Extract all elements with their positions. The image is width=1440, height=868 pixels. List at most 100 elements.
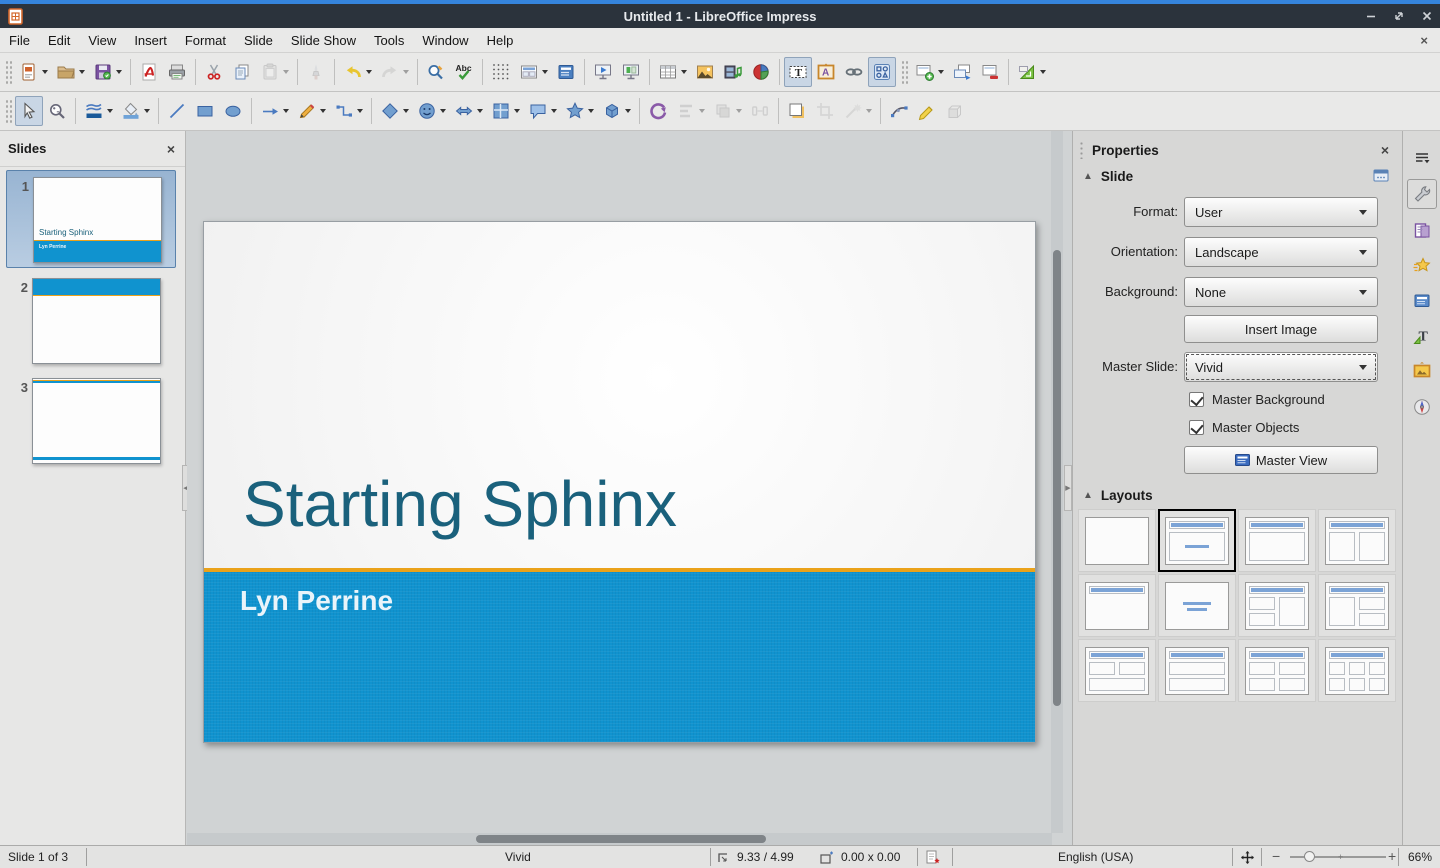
start-from-current-slide-button[interactable] [617, 57, 645, 87]
slide-thumbnail-3[interactable]: 3 [6, 372, 176, 470]
shadow-button[interactable] [783, 96, 811, 126]
dropdown-arrow-icon[interactable] [107, 109, 113, 113]
layout-option-title-content-centered[interactable] [1158, 509, 1236, 572]
collapse-right-arrow[interactable]: ▶ [1064, 465, 1072, 511]
close-document-button[interactable]: × [1420, 33, 1428, 48]
insert-chart-button[interactable] [747, 57, 775, 87]
dropdown-arrow-icon[interactable] [938, 70, 944, 74]
dropdown-arrow-icon[interactable] [403, 109, 409, 113]
navigator-tab[interactable] [1407, 392, 1437, 422]
insert-table-button[interactable] [654, 57, 691, 87]
slide-title-textbox[interactable]: Starting Sphinx [243, 472, 677, 536]
horizontal-scrollbar[interactable] [187, 833, 1052, 845]
layout-option-title-only[interactable] [1078, 574, 1156, 637]
insert-textbox-button[interactable]: T [784, 57, 812, 87]
dropdown-arrow-icon[interactable] [357, 109, 363, 113]
cut-button[interactable] [200, 57, 228, 87]
layout-option-blank[interactable] [1078, 509, 1156, 572]
insert-image-button[interactable] [691, 57, 719, 87]
dropdown-arrow-icon[interactable] [366, 70, 372, 74]
master-slide-dropdown[interactable]: Vivid [1184, 352, 1378, 382]
toolbar-grip[interactable] [4, 98, 13, 124]
slide-thumbnail-image[interactable]: Starting SphinxLyn Perrine [33, 177, 162, 263]
zoom-slider-handle[interactable] [1304, 851, 1315, 862]
dropdown-arrow-icon[interactable] [699, 109, 705, 113]
print-button[interactable] [163, 57, 191, 87]
zoom-in-button[interactable]: + [1388, 848, 1396, 864]
minimize-button[interactable] [1364, 9, 1378, 23]
master-background-checkbox[interactable]: Master Background [1189, 392, 1325, 407]
dropdown-arrow-icon[interactable] [514, 109, 520, 113]
3d-objects-button[interactable] [598, 96, 635, 126]
dropdown-arrow-icon[interactable] [588, 109, 594, 113]
menu-edit[interactable]: Edit [39, 30, 79, 51]
block-arrows-button[interactable] [450, 96, 487, 126]
dropdown-arrow-icon[interactable] [79, 70, 85, 74]
slides-panel-close-icon[interactable]: × [167, 141, 175, 157]
horizontal-scrollbar-thumb[interactable] [476, 835, 766, 843]
dropdown-arrow-icon[interactable] [542, 70, 548, 74]
dropdown-arrow-icon[interactable] [625, 109, 631, 113]
fontwork-button[interactable]: A [812, 57, 840, 87]
menu-tools[interactable]: Tools [365, 30, 413, 51]
layouts-section-header[interactable]: ▲ Layouts [1077, 484, 1399, 506]
properties-close-icon[interactable]: × [1381, 142, 1389, 158]
insert-media-button[interactable] [719, 57, 747, 87]
menu-file[interactable]: File [0, 30, 39, 51]
insert-image-button[interactable]: Insert Image [1184, 315, 1378, 343]
dropdown-arrow-icon[interactable] [403, 70, 409, 74]
menu-insert[interactable]: Insert [125, 30, 176, 51]
menu-help[interactable]: Help [478, 30, 523, 51]
normal-view-button[interactable] [552, 57, 580, 87]
layout-option-title-2content-over-content[interactable] [1078, 639, 1156, 702]
symbol-shapes-button[interactable] [413, 96, 450, 126]
dropdown-arrow-icon[interactable] [736, 109, 742, 113]
slide-canvas[interactable]: Starting Sphinx Lyn Perrine [203, 221, 1036, 743]
save-button[interactable] [89, 57, 126, 87]
select-button[interactable] [15, 96, 43, 126]
layout-option-title-2content-content[interactable] [1238, 574, 1316, 637]
menu-slide[interactable]: Slide [235, 30, 282, 51]
fill-color-button[interactable] [117, 96, 154, 126]
slide-thumbnail-1[interactable]: 1Starting SphinxLyn Perrine [6, 170, 176, 268]
find-replace-button[interactable] [422, 57, 450, 87]
dropdown-arrow-icon[interactable] [681, 70, 687, 74]
dropdown-arrow-icon[interactable] [116, 70, 122, 74]
fit-slide-icon[interactable] [1240, 850, 1255, 865]
layout-option-title-content[interactable] [1238, 509, 1316, 572]
spelling-button[interactable]: Abc [450, 57, 478, 87]
background-dropdown[interactable]: None [1184, 277, 1378, 307]
layout-option-title-6content[interactable] [1318, 639, 1396, 702]
layout-option-title-4content[interactable] [1238, 639, 1316, 702]
curve-button[interactable] [293, 96, 330, 126]
callouts-button[interactable] [524, 96, 561, 126]
export-pdf-button[interactable] [135, 57, 163, 87]
zoom-pan-button[interactable] [43, 96, 71, 126]
document-modified-icon[interactable] [926, 850, 940, 865]
menu-slide-show[interactable]: Slide Show [282, 30, 365, 51]
language-status[interactable]: English (USA) [1058, 850, 1133, 864]
master-objects-checkbox[interactable]: Master Objects [1189, 420, 1299, 435]
layout-option-centered-text[interactable] [1158, 574, 1236, 637]
start-from-first-slide-button[interactable] [589, 57, 617, 87]
line-color-button[interactable] [80, 96, 117, 126]
slide-subtitle-textbox[interactable]: Lyn Perrine [240, 585, 393, 617]
sidebar-settings-tab[interactable] [1407, 143, 1437, 173]
layout-option-title-content-2content[interactable] [1318, 574, 1396, 637]
slide-thumbnail-image[interactable] [32, 278, 161, 364]
display-views-button[interactable] [515, 57, 552, 87]
new-document-button[interactable] [15, 57, 52, 87]
delete-slide-button[interactable] [976, 57, 1004, 87]
zoom-level-status[interactable]: 66% [1408, 850, 1432, 864]
master-slide-status[interactable]: Vivid [505, 850, 531, 864]
dropdown-arrow-icon[interactable] [283, 70, 289, 74]
master-view-button[interactable]: Master View [1184, 446, 1378, 474]
rotate-button[interactable] [644, 96, 672, 126]
dropdown-arrow-icon[interactable] [551, 109, 557, 113]
undo-button[interactable] [339, 57, 376, 87]
gallery-tab[interactable] [1407, 356, 1437, 386]
toolbar-grip[interactable] [4, 59, 13, 85]
properties-tab[interactable] [1407, 179, 1437, 209]
sidebar-grip[interactable] [1079, 141, 1084, 159]
display-grid-button[interactable] [487, 57, 515, 87]
